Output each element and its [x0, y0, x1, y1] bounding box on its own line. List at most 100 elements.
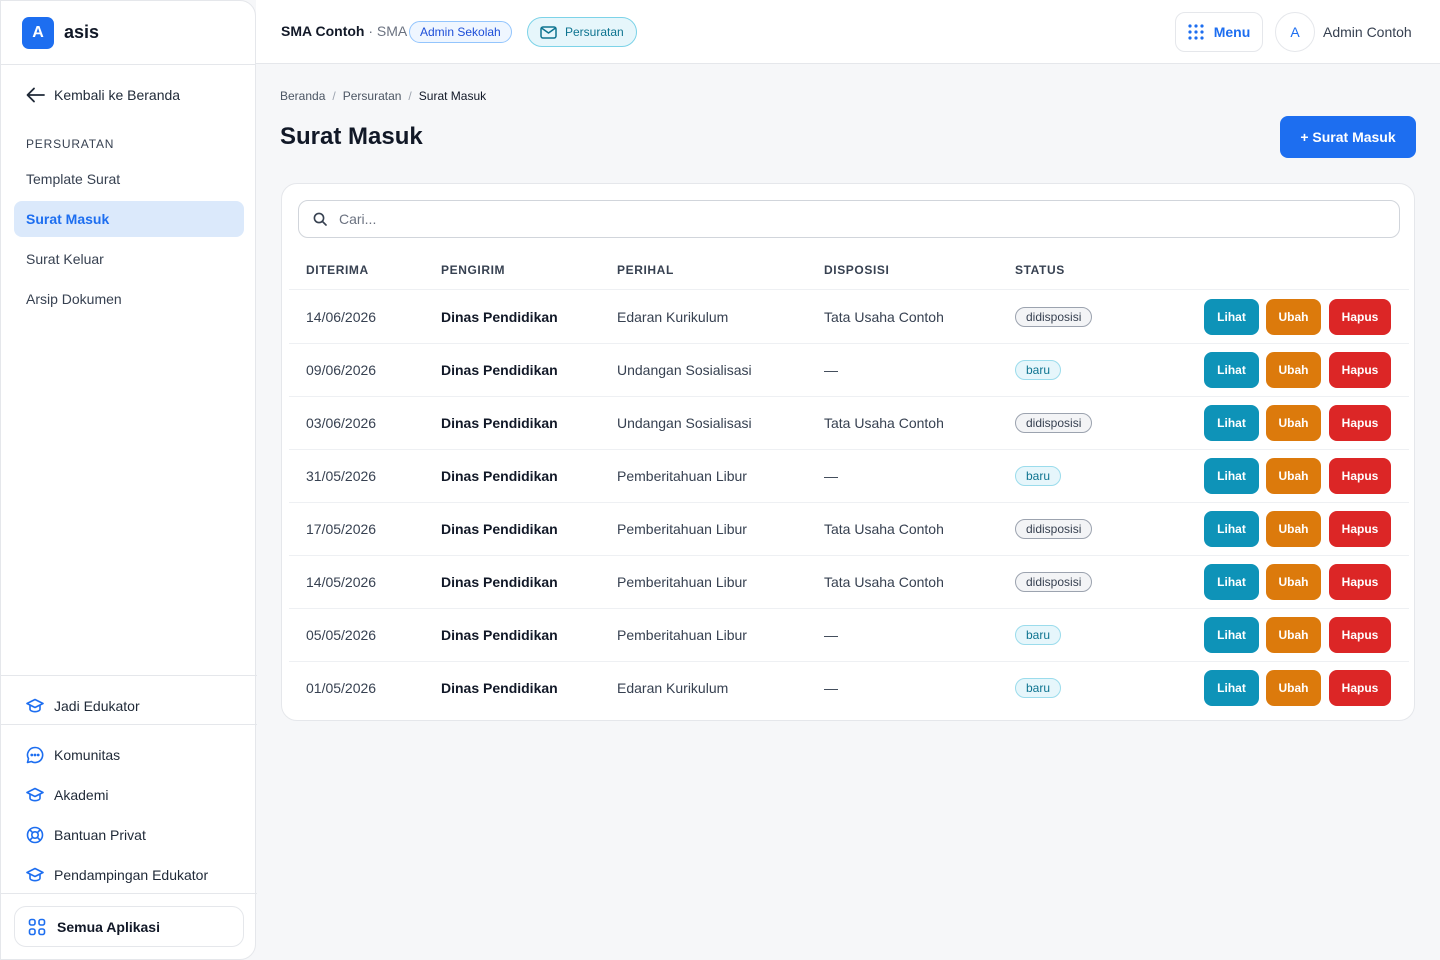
status-badge: didisposisi: [1015, 572, 1093, 592]
cell-received-date: 14/06/2026: [306, 309, 377, 325]
sidebar-item-surat-keluar[interactable]: Surat Keluar: [14, 241, 244, 277]
school-separator: ·: [368, 23, 374, 39]
view-button[interactable]: Lihat: [1204, 458, 1259, 494]
table-row: 31/05/2026 Dinas Pendidikan Pemberitahuan …: [289, 450, 1409, 503]
avatar[interactable]: A: [1275, 12, 1315, 52]
column-header-pengirim[interactable]: PENGIRIM: [441, 263, 505, 277]
sidebar-link-akademi[interactable]: Akademi: [26, 786, 108, 804]
view-button[interactable]: Lihat: [1204, 511, 1259, 547]
view-button[interactable]: Lihat: [1204, 564, 1259, 600]
all-apps-label: Semua Aplikasi: [57, 918, 160, 935]
delete-button[interactable]: Hapus: [1329, 617, 1391, 653]
cell-sender: Dinas Pendidikan: [441, 680, 558, 696]
delete-button[interactable]: Hapus: [1329, 670, 1391, 706]
delete-button[interactable]: Hapus: [1329, 458, 1391, 494]
sidebar-item-label: Surat Keluar: [26, 251, 104, 267]
column-header-disposisi[interactable]: DISPOSISI: [824, 263, 889, 277]
status-badge: didisposisi: [1015, 519, 1093, 539]
edit-button[interactable]: Ubah: [1266, 299, 1321, 335]
jadi-edukator-link[interactable]: Jadi Edukator: [26, 697, 140, 715]
sidebar-item-surat-masuk[interactable]: Surat Masuk: [14, 201, 244, 237]
brand[interactable]: A asis: [1, 1, 255, 65]
status-badge: didisposisi: [1015, 413, 1093, 433]
edit-button[interactable]: Ubah: [1266, 670, 1321, 706]
school-level: SMA: [376, 23, 408, 39]
column-header-diterima[interactable]: DITERIMA: [306, 263, 369, 277]
status-badge: baru: [1015, 360, 1062, 380]
view-button[interactable]: Lihat: [1204, 299, 1259, 335]
menu-label: Menu: [1213, 24, 1251, 40]
cell-sender: Dinas Pendidikan: [441, 415, 558, 431]
search-box: [298, 200, 1400, 238]
column-header-status[interactable]: STATUS: [1015, 263, 1065, 277]
back-to-home-link[interactable]: Kembali ke Beranda: [26, 87, 180, 103]
sidebar-link-komunitas[interactable]: Komunitas: [26, 746, 120, 764]
all-apps-button[interactable]: Semua Aplikasi: [14, 906, 244, 947]
module-badge[interactable]: Persuratan: [527, 17, 637, 47]
sidebar-divider: [1, 893, 257, 894]
delete-button[interactable]: Hapus: [1329, 299, 1391, 335]
edit-button[interactable]: Ubah: [1266, 405, 1321, 441]
view-button[interactable]: Lihat: [1204, 617, 1259, 653]
edit-button[interactable]: Ubah: [1266, 458, 1321, 494]
table-row: 17/05/2026 Dinas Pendidikan Pemberitahuan …: [289, 503, 1409, 556]
delete-button[interactable]: Hapus: [1329, 405, 1391, 441]
cell-subject: Pemberitahuan Libur: [617, 574, 747, 590]
edit-button[interactable]: Ubah: [1266, 617, 1321, 653]
table-row: 14/06/2026 Dinas Pendidikan Edaran Kurikul…: [289, 291, 1409, 344]
sidebar-item-label: Arsip Dokumen: [26, 291, 122, 307]
sidebar: A asis Kembali ke Beranda PERSURATAN Tem…: [0, 0, 257, 960]
view-button[interactable]: Lihat: [1204, 670, 1259, 706]
sidebar-link-bantuan-privat[interactable]: Bantuan Privat: [26, 826, 146, 844]
sidebar-item-arsip-dokumen[interactable]: Arsip Dokumen: [14, 281, 244, 317]
page-title: Surat Masuk: [280, 123, 423, 150]
sidebar-divider: [1, 724, 257, 725]
sidebar-link-label: Komunitas: [54, 747, 121, 763]
graduation-cap-icon: [26, 697, 44, 715]
sidebar-item-template-surat[interactable]: Template Surat: [14, 161, 244, 197]
sidebar-item-label: Surat Masuk: [26, 211, 110, 227]
column-header-perihal[interactable]: PERIHAL: [617, 263, 674, 277]
sidebar-item-label: Template Surat: [26, 171, 121, 187]
cell-disposition: Tata Usaha Contoh: [824, 521, 944, 537]
cell-disposition: —: [824, 680, 838, 696]
view-button[interactable]: Lihat: [1204, 405, 1259, 441]
school-name: SMA Contoh: [281, 23, 365, 39]
add-incoming-letter-button[interactable]: + Surat Masuk: [1280, 116, 1416, 158]
edit-button[interactable]: Ubah: [1266, 352, 1321, 388]
search-input[interactable]: [339, 211, 1339, 227]
delete-button[interactable]: Hapus: [1329, 564, 1391, 600]
breadcrumb-item-beranda[interactable]: Beranda: [280, 89, 325, 103]
delete-button[interactable]: Hapus: [1329, 511, 1391, 547]
table-row: 05/05/2026 Dinas Pendidikan Pemberitahuan …: [289, 609, 1409, 662]
status-badge: baru: [1015, 625, 1062, 645]
top-header: SMA Contoh · SMA Admin Sekolah Persurata…: [256, 0, 1440, 64]
breadcrumb-item-persuratan[interactable]: Persuratan: [343, 89, 402, 103]
cell-received-date: 09/06/2026: [306, 362, 377, 378]
status-badge: didisposisi: [1015, 307, 1093, 327]
cell-disposition: Tata Usaha Contoh: [824, 415, 944, 431]
brand-logo: A: [22, 16, 54, 49]
school-info: SMA Contoh · SMA: [281, 23, 407, 39]
cell-subject: Pemberitahuan Libur: [617, 468, 747, 484]
cell-subject: Undangan Sosialisasi: [617, 362, 752, 378]
cell-sender: Dinas Pendidikan: [441, 309, 558, 325]
cell-disposition: —: [824, 627, 838, 643]
cell-sender: Dinas Pendidikan: [441, 521, 558, 537]
cell-received-date: 03/06/2026: [306, 415, 377, 431]
status-badge: baru: [1015, 466, 1062, 486]
graduation-cap-icon: [26, 786, 44, 804]
sidebar-link-label: Bantuan Privat: [54, 827, 146, 843]
view-button[interactable]: Lihat: [1204, 352, 1259, 388]
sidebar-nav: Template Surat Surat Masuk Surat Keluar …: [14, 161, 244, 321]
edit-button[interactable]: Ubah: [1266, 511, 1321, 547]
edit-button[interactable]: Ubah: [1266, 564, 1321, 600]
delete-button[interactable]: Hapus: [1329, 352, 1391, 388]
chat-bubble-icon: [26, 746, 44, 764]
sidebar-link-pendampingan-edukator[interactable]: Pendampingan Edukator: [26, 866, 208, 884]
menu-button[interactable]: Menu: [1175, 12, 1263, 52]
user-name[interactable]: Admin Contoh: [1323, 24, 1412, 40]
cell-disposition: Tata Usaha Contoh: [824, 574, 944, 590]
graduation-cap-icon: [26, 866, 44, 884]
cell-disposition: —: [824, 362, 838, 378]
